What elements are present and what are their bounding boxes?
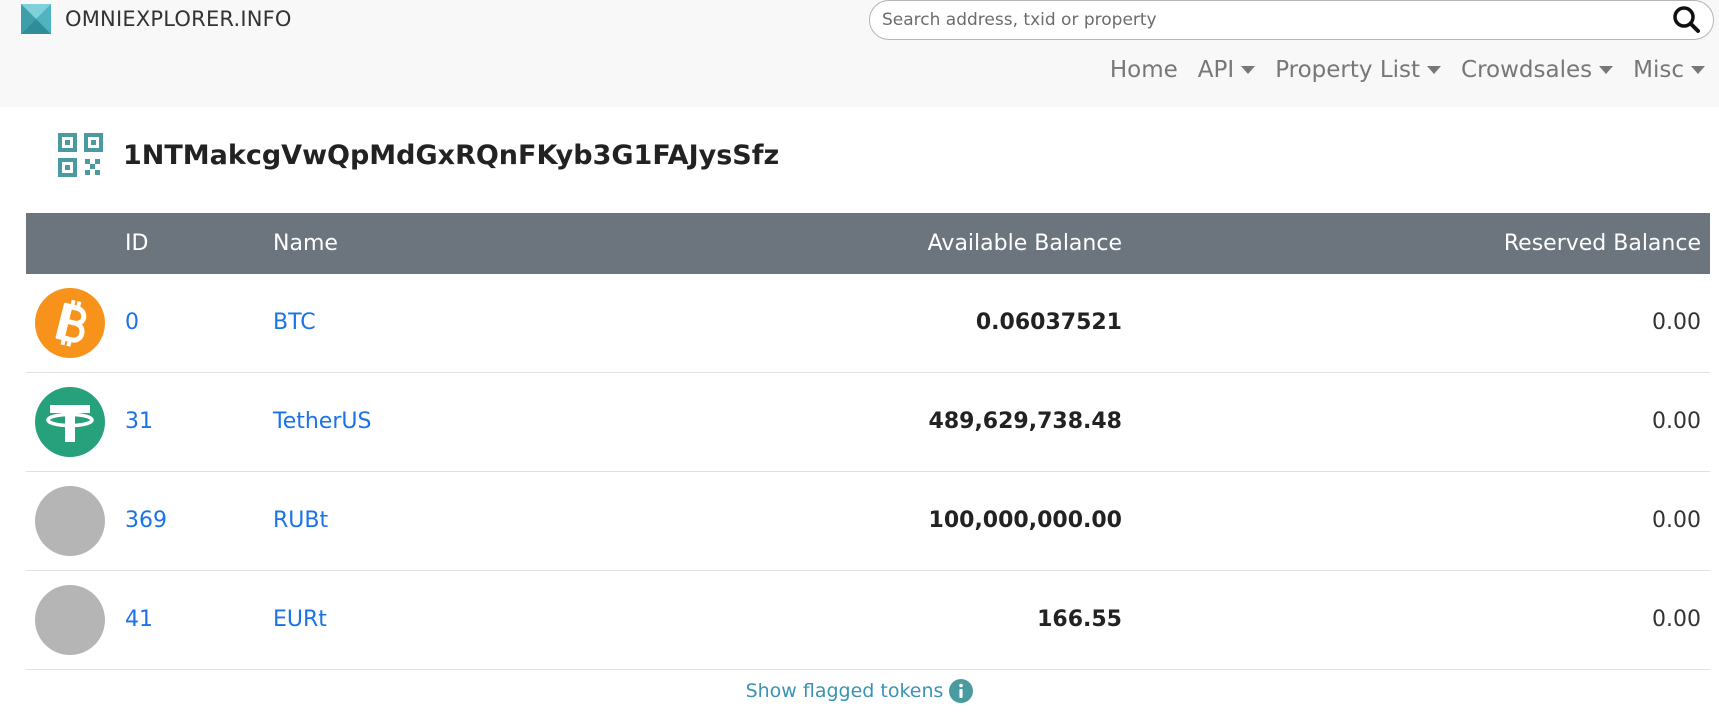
nav-label: Crowdsales [1461, 57, 1593, 83]
search-box [869, 0, 1714, 40]
available-balance: 166.55 [1037, 607, 1122, 632]
search-input[interactable] [882, 1, 1642, 39]
nav-property-list-dropdown[interactable]: Property List [1275, 57, 1442, 83]
reserved-balance: 0.00 [1652, 508, 1701, 533]
search-icon[interactable] [1671, 5, 1703, 35]
nav-label: Home [1109, 57, 1178, 83]
nav-label: API [1197, 57, 1235, 83]
token-name-link[interactable]: RUBt [273, 472, 328, 570]
address-heading: 1NTMakcgVwQpMdGxRQnFKyb3G1FAJysSfz [58, 133, 779, 177]
header-name[interactable]: Name [273, 213, 338, 274]
token-id-link[interactable]: 41 [125, 571, 153, 669]
show-flagged-tokens-link[interactable]: Show flagged tokens [746, 680, 944, 702]
table-row: 369 RUBt 100,000,000.00 0.00 [26, 472, 1710, 571]
token-name-link[interactable]: BTC [273, 274, 316, 372]
placeholder-token-icon [35, 585, 105, 655]
balances-table: ID Name Available Balance Reserved Balan… [26, 213, 1710, 670]
qr-code-icon[interactable] [58, 133, 103, 177]
table-row: 41 EURt 166.55 0.00 [26, 571, 1710, 670]
table-row: 31 TetherUS 489,629,738.48 0.00 [26, 373, 1710, 472]
tether-icon [35, 387, 105, 457]
nav-label: Property List [1275, 57, 1421, 83]
placeholder-token-icon [35, 486, 105, 556]
available-balance: 100,000,000.00 [928, 508, 1122, 533]
header-reserved-balance[interactable]: Reserved Balance [1504, 213, 1701, 274]
table-header: ID Name Available Balance Reserved Balan… [26, 213, 1710, 274]
omni-logo-icon [21, 4, 51, 34]
caret-down-icon [1241, 66, 1256, 74]
nav-home[interactable]: Home [1110, 57, 1178, 83]
brand-name: OMNIEXPLORER.INFO [65, 7, 292, 31]
show-flagged-tokens: Show flagged tokens [0, 679, 1719, 703]
reserved-balance: 0.00 [1652, 409, 1701, 434]
nav-crowdsales-dropdown[interactable]: Crowdsales [1461, 57, 1614, 83]
wallet-address: 1NTMakcgVwQpMdGxRQnFKyb3G1FAJysSfz [123, 139, 780, 171]
caret-down-icon [1427, 66, 1442, 74]
caret-down-icon [1691, 66, 1705, 74]
nav-api-dropdown[interactable]: API [1197, 57, 1256, 83]
info-icon[interactable] [949, 679, 974, 703]
brand-link[interactable]: OMNIEXPLORER.INFO [21, 4, 292, 34]
nav-misc-dropdown[interactable]: Misc [1633, 57, 1705, 83]
bitcoin-icon [35, 288, 105, 358]
token-id-link[interactable]: 31 [125, 373, 153, 471]
token-id-link[interactable]: 369 [125, 472, 167, 570]
top-navbar: OMNIEXPLORER.INFO Home API Property List… [0, 0, 1719, 107]
reserved-balance: 0.00 [1652, 607, 1701, 632]
token-name-link[interactable]: EURt [273, 571, 327, 669]
main-nav: Home API Property List Crowdsales Misc [1090, 52, 1705, 88]
available-balance: 0.06037521 [975, 310, 1122, 335]
token-name-link[interactable]: TetherUS [273, 373, 371, 471]
header-id[interactable]: ID [125, 213, 148, 274]
caret-down-icon [1599, 66, 1614, 74]
nav-label: Misc [1633, 57, 1684, 83]
table-row: 0 BTC 0.06037521 0.00 [26, 274, 1710, 373]
header-available-balance[interactable]: Available Balance [928, 213, 1122, 274]
token-id-link[interactable]: 0 [125, 274, 139, 372]
reserved-balance: 0.00 [1652, 310, 1701, 335]
available-balance: 489,629,738.48 [928, 409, 1122, 434]
